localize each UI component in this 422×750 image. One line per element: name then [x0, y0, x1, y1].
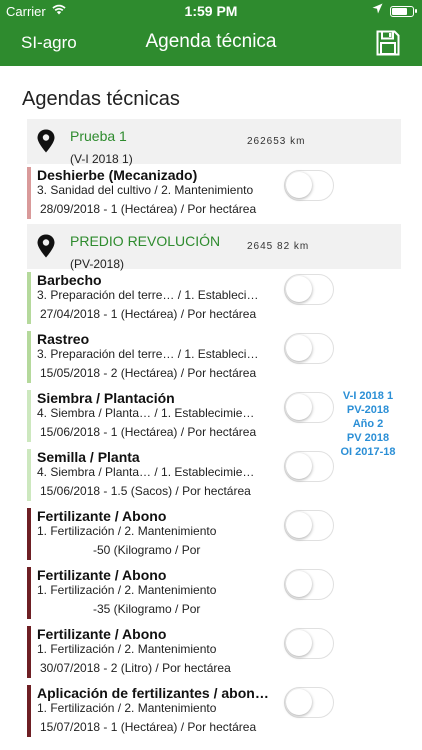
item-toggle-switch[interactable]: [284, 569, 334, 600]
item-toggle-switch[interactable]: [284, 392, 334, 423]
item-path: 4. Siembra / Planta… / 1. Establecimie…: [37, 406, 255, 420]
agenda-item[interactable]: Aplicación de fertilizantes / abon… 1. F…: [27, 685, 275, 737]
agenda-item[interactable]: Siembra / Plantación 4. Siembra / Planta…: [27, 390, 275, 442]
agenda-item[interactable]: Deshierbe (Mecanizado) 3. Sanidad del cu…: [27, 167, 275, 219]
item-detail: 15/07/2018 - 1 (Hectárea) / Por hectárea: [40, 720, 257, 734]
item-name: Fertilizante / Abono: [37, 508, 167, 524]
item-toggle-switch[interactable]: [284, 687, 334, 718]
item-name: Aplicación de fertilizantes / abon…: [37, 685, 269, 701]
map-pin-icon: [37, 129, 55, 153]
item-color-bar: [27, 508, 31, 560]
item-color-bar: [27, 685, 31, 737]
item-color-bar: [27, 331, 31, 383]
item-color-bar: [27, 449, 31, 501]
status-bar: Carrier 1:59 PM: [0, 0, 422, 22]
group-header-predio-revolucion[interactable]: PREDIO REVOLUCIÓN 2645 82 km (PV-2018): [27, 224, 401, 271]
section-index-entry[interactable]: PV-2018: [336, 403, 400, 417]
item-detail: 15/06/2018 - 1.5 (Sacos) / Por hectárea: [40, 484, 251, 498]
item-path: 3. Preparación del terre… / 1. Estableci…: [37, 347, 259, 361]
item-toggle-switch[interactable]: [284, 333, 334, 364]
group-name: Prueba 1: [70, 128, 127, 144]
group-header-prueba-1[interactable]: Prueba 1 262653 km (V-I 2018 1): [27, 119, 401, 166]
item-path: 1. Fertilización / 2. Mantenimiento: [37, 524, 217, 538]
item-name: Fertilizante / Abono: [37, 626, 167, 642]
item-path: 3. Preparación del terre… / 1. Estableci…: [37, 288, 259, 302]
item-color-bar: [27, 167, 31, 219]
section-index-entry[interactable]: OI 2017-18: [336, 445, 400, 459]
item-name: Semilla / Planta: [37, 449, 140, 465]
item-color-bar: [27, 272, 31, 324]
status-time: 1:59 PM: [184, 3, 238, 19]
navigation-bar: SI-agro Agenda técnica: [0, 22, 422, 66]
agenda-item[interactable]: Fertilizante / Abono 1. Fertilización / …: [27, 508, 275, 560]
item-detail: 15/05/2018 - 2 (Hectárea) / Por hectárea: [40, 366, 257, 380]
item-name: Deshierbe (Mecanizado): [37, 167, 198, 183]
item-toggle-switch[interactable]: [284, 510, 334, 541]
section-index-entry[interactable]: PV 2018: [336, 431, 400, 445]
item-toggle-switch[interactable]: [284, 170, 334, 201]
group-code: (PV-2018): [70, 257, 125, 271]
item-detail: 27/04/2018 - 1 (Hectárea) / Por hectárea: [40, 307, 257, 321]
agenda-item[interactable]: Fertilizante / Abono 1. Fertilización / …: [27, 626, 275, 678]
agenda-item[interactable]: Semilla / Planta 4. Siembra / Planta… / …: [27, 449, 275, 501]
group-name: PREDIO REVOLUCIÓN: [70, 233, 221, 249]
agenda-item[interactable]: Fertilizante / Abono 1. Fertilización / …: [27, 567, 275, 619]
item-color-bar: [27, 390, 31, 442]
item-color-bar: [27, 567, 31, 619]
item-path: 1. Fertilización / 2. Mantenimiento: [37, 701, 217, 715]
agenda-item[interactable]: Barbecho 3. Preparación del terre… / 1. …: [27, 272, 275, 324]
item-name: Siembra / Plantación: [37, 390, 175, 406]
item-toggle-switch[interactable]: [284, 274, 334, 305]
item-detail: 28/09/2018 - 1 (Hectárea) / Por hectárea: [40, 202, 257, 216]
group-distance: 2645 82 km: [247, 241, 310, 252]
item-path: 3. Sanidad del cultivo / 2. Mantenimient…: [37, 183, 254, 197]
section-index[interactable]: V-I 2018 1 PV-2018 Año 2 PV 2018 OI 2017…: [336, 389, 400, 459]
group-code: (V-I 2018 1): [70, 152, 133, 166]
item-name: Rastreo: [37, 331, 90, 347]
item-toggle-switch[interactable]: [284, 451, 334, 482]
item-detail: -50 (Kilogramo / Por: [93, 543, 201, 557]
item-path: 4. Siembra / Planta… / 1. Establecimie…: [37, 465, 255, 479]
group-distance: 262653 km: [247, 136, 306, 147]
agenda-item[interactable]: Rastreo 3. Preparación del terre… / 1. E…: [27, 331, 275, 383]
section-title: Agendas técnicas: [22, 88, 180, 110]
page-title: Agenda técnica: [145, 31, 277, 52]
item-path: 1. Fertilización / 2. Mantenimiento: [37, 583, 217, 597]
item-detail: 30/07/2018 - 2 (Litro) / Por hectárea: [40, 661, 231, 675]
section-index-entry[interactable]: V-I 2018 1: [336, 389, 400, 403]
item-path: 1. Fertilización / 2. Mantenimiento: [37, 642, 217, 656]
save-floppy-icon[interactable]: [376, 30, 400, 56]
item-color-bar: [27, 626, 31, 678]
item-name: Fertilizante / Abono: [37, 567, 167, 583]
item-name: Barbecho: [37, 272, 102, 288]
battery-icon: [390, 6, 417, 17]
location-arrow-icon: [372, 3, 383, 17]
item-detail: -35 (Kilogramo / Por: [93, 602, 201, 616]
item-detail: 15/06/2018 - 1 (Hectárea) / Por hectárea: [40, 425, 257, 439]
map-pin-icon: [37, 234, 55, 258]
section-index-entry[interactable]: Año 2: [336, 417, 400, 431]
item-toggle-switch[interactable]: [284, 628, 334, 659]
